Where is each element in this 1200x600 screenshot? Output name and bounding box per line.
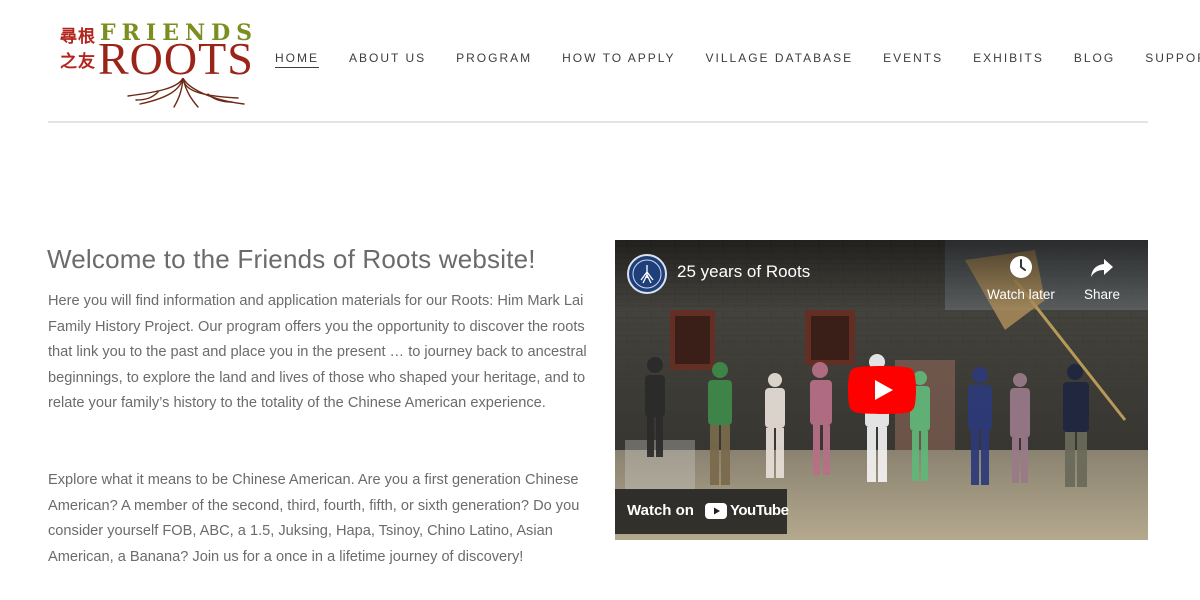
watch-later-button[interactable]: Watch later (985, 254, 1057, 302)
watch-on-youtube-button[interactable]: Watch on YouTube (615, 489, 789, 534)
nav-village-database[interactable]: VILLAGE DATABASE (706, 51, 854, 68)
header-divider (48, 121, 1148, 123)
youtube-logo: YouTube (705, 502, 789, 519)
channel-seal-icon (632, 259, 662, 289)
nav-support-us[interactable]: SUPPORT US (1145, 51, 1200, 68)
intro-paragraph: Here you will find information and appli… (48, 293, 587, 412)
share-arrow-icon (1091, 259, 1113, 277)
nav-events[interactable]: EVENTS (883, 51, 943, 68)
watch-on-label: Watch on (627, 502, 694, 519)
share-label: Share (1083, 287, 1121, 302)
logo-chinese-line1: 尋根 (60, 27, 96, 47)
nav-how-to-apply[interactable]: HOW TO APPLY (562, 51, 675, 68)
main-navigation: HOME ABOUT US PROGRAM HOW TO APPLY VILLA… (275, 51, 1200, 68)
nav-program[interactable]: PROGRAM (456, 51, 532, 68)
youtube-video-embed[interactable]: 25 years of Roots Watch later Share Watc… (615, 240, 1148, 540)
youtube-wordmark: YouTube (730, 502, 789, 519)
nav-home[interactable]: HOME (275, 51, 319, 68)
youtube-logo-icon (705, 502, 727, 519)
page-title: Welcome to the Friends of Roots website! (47, 244, 536, 274)
nav-about-us[interactable]: ABOUT US (349, 51, 426, 68)
clock-icon (1010, 256, 1032, 278)
nav-exhibits[interactable]: EXHIBITS (973, 51, 1044, 68)
channel-avatar[interactable] (627, 254, 667, 294)
roots-graphic-icon (127, 78, 245, 108)
nav-blog[interactable]: BLOG (1074, 51, 1115, 68)
youtube-play-icon (848, 366, 916, 414)
watch-later-label: Watch later (987, 287, 1055, 302)
logo-word-roots: ROOTS (98, 33, 254, 84)
explore-paragraph: Explore what it means to be Chinese Amer… (48, 472, 580, 565)
site-logo[interactable]: 尋根 之友 FRIENDS ROOTS (58, 20, 253, 108)
share-button[interactable]: Share (1078, 254, 1126, 302)
play-button[interactable] (848, 366, 916, 414)
video-title[interactable]: 25 years of Roots (677, 262, 810, 282)
logo-chinese-line2: 之友 (60, 52, 96, 72)
